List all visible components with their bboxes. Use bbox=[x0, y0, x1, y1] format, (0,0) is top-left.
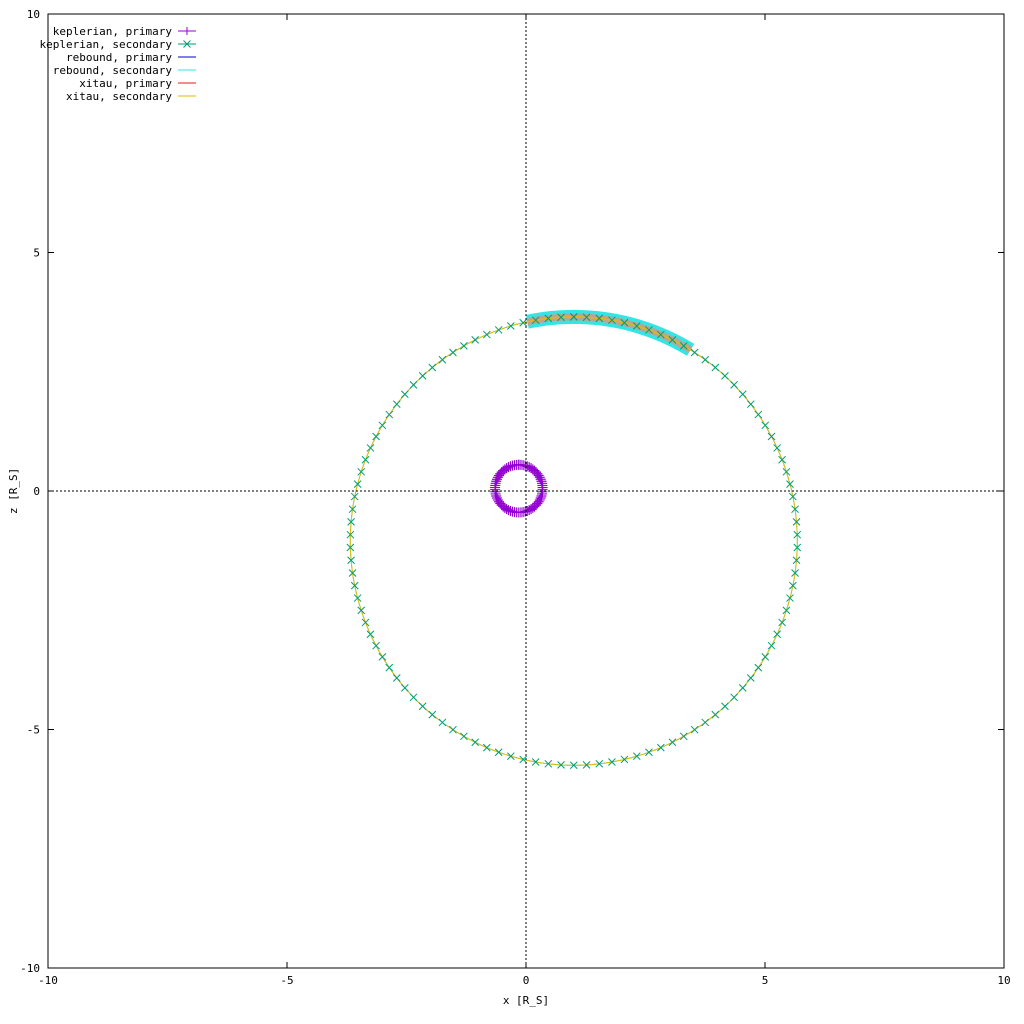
y-tick-label: -5 bbox=[27, 724, 40, 737]
marker-plus bbox=[513, 459, 524, 470]
marker-cross bbox=[449, 725, 457, 734]
marker-cross bbox=[401, 390, 409, 399]
marker-cross bbox=[378, 653, 387, 661]
marker-cross bbox=[761, 653, 770, 661]
legend-label: rebound, secondary bbox=[53, 64, 173, 77]
marker-cross bbox=[767, 432, 776, 441]
legend-label: xitau, primary bbox=[79, 77, 172, 90]
marker-cross bbox=[690, 725, 699, 734]
marker-cross bbox=[409, 380, 418, 389]
marker-cross bbox=[438, 355, 447, 364]
marker-cross bbox=[494, 748, 503, 757]
marker-cross bbox=[738, 684, 747, 692]
marker-cross bbox=[761, 421, 770, 430]
marker-cross bbox=[361, 618, 370, 627]
marker-cross bbox=[460, 342, 468, 350]
y-tick-label: -10 bbox=[20, 962, 40, 975]
marker-cross bbox=[372, 432, 380, 441]
x-tick-label: -10 bbox=[38, 974, 58, 987]
marker-cross bbox=[746, 400, 755, 409]
marker-cross bbox=[773, 630, 781, 639]
marker-cross bbox=[418, 372, 427, 380]
marker-cross bbox=[353, 594, 362, 602]
marker-cross bbox=[632, 752, 641, 761]
x-tick-label: 0 bbox=[523, 974, 530, 987]
marker-cross bbox=[401, 684, 409, 692]
marker-cross bbox=[357, 606, 366, 615]
marker-cross bbox=[409, 693, 418, 702]
marker-cross bbox=[754, 663, 763, 672]
marker-cross bbox=[754, 410, 763, 419]
orbit-lines-layer bbox=[349, 316, 798, 766]
marker-cross bbox=[679, 732, 688, 741]
marker-cross bbox=[494, 326, 503, 334]
orbit-markers-layer bbox=[346, 313, 802, 770]
y-tick-label: 0 bbox=[33, 485, 40, 498]
legend-label: xitau, secondary bbox=[66, 90, 172, 103]
marker-cross bbox=[366, 444, 375, 452]
marker-cross bbox=[773, 444, 781, 452]
marker-cross bbox=[730, 380, 738, 389]
marker-cross bbox=[656, 743, 665, 752]
marker-cross bbox=[385, 410, 394, 419]
marker-cross bbox=[428, 363, 437, 372]
x-axis-label: x [R_S] bbox=[503, 994, 549, 1007]
legend-label: keplerian, primary bbox=[53, 25, 173, 38]
y-tick-label: 10 bbox=[27, 8, 40, 21]
marker-cross bbox=[378, 421, 387, 430]
marker-cross bbox=[767, 641, 776, 650]
marker-cross bbox=[482, 330, 491, 339]
marker-cross bbox=[701, 718, 710, 727]
legend-label: rebound, primary bbox=[66, 51, 172, 64]
marker-cross bbox=[721, 702, 729, 711]
marker-cross bbox=[438, 718, 447, 727]
marker-cross bbox=[449, 348, 457, 357]
marker-cross bbox=[372, 641, 380, 650]
marker-cross bbox=[357, 467, 366, 476]
marker-cross bbox=[786, 594, 794, 602]
series-line-3 bbox=[349, 316, 798, 766]
marker-cross bbox=[778, 618, 786, 627]
marker-cross bbox=[392, 400, 401, 409]
marker-cross bbox=[471, 738, 480, 747]
legend-label: keplerian, secondary bbox=[40, 38, 173, 51]
series-line-5 bbox=[349, 316, 798, 766]
marker-cross bbox=[711, 710, 720, 719]
marker-cross bbox=[366, 630, 375, 639]
marker-cross bbox=[778, 455, 786, 464]
orbit-chart: -10 -5 0 5 10 10 5 0 -5 -10 x [R_S] z [R_S] kepleri… bbox=[7, 8, 1011, 1007]
x-tick-label: -5 bbox=[280, 974, 293, 987]
legend: keplerian, primarykeplerian, secondaryre… bbox=[40, 25, 196, 103]
marker-cross bbox=[506, 752, 515, 761]
marker-cross bbox=[460, 732, 468, 741]
marker-cross bbox=[506, 322, 515, 330]
x-tick-label: 10 bbox=[997, 974, 1010, 987]
marker-cross bbox=[361, 455, 370, 464]
marker-cross bbox=[786, 480, 794, 488]
marker-cross bbox=[738, 390, 747, 399]
marker-cross bbox=[471, 336, 480, 344]
y-axis-label: z [R_S] bbox=[7, 468, 20, 514]
marker-cross bbox=[782, 467, 791, 476]
marker-cross bbox=[690, 348, 699, 357]
marker-cross bbox=[385, 663, 394, 672]
marker-cross bbox=[353, 480, 362, 488]
marker-cross bbox=[482, 743, 491, 752]
marker-cross bbox=[730, 693, 738, 702]
y-tick-label: 5 bbox=[33, 247, 40, 260]
x-tick-label: 5 bbox=[762, 974, 769, 987]
marker-cross bbox=[746, 674, 755, 682]
marker-cross bbox=[782, 606, 791, 615]
marker-cross bbox=[668, 738, 677, 747]
marker-cross bbox=[418, 702, 427, 711]
marker-cross bbox=[645, 748, 653, 757]
marker-cross bbox=[392, 674, 401, 682]
marker-cross bbox=[701, 355, 710, 364]
marker-cross bbox=[428, 710, 437, 719]
marker-cross bbox=[721, 372, 729, 380]
marker-cross bbox=[711, 363, 720, 372]
marker-cross bbox=[620, 755, 629, 764]
